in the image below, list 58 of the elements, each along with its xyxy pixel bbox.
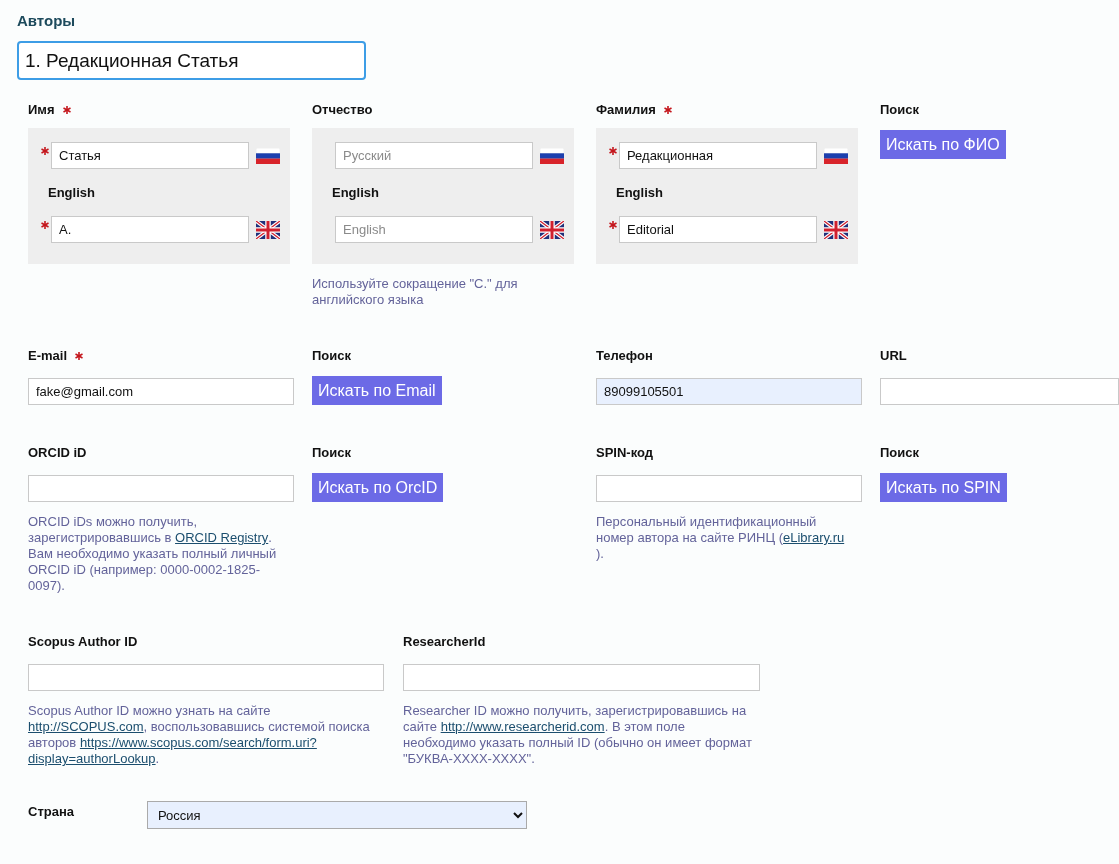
hint-text: Используйте сокращение "C." для английского языка [312, 276, 519, 308]
text-field[interactable] [880, 378, 1119, 405]
search-button[interactable]: Искать по SPIN [880, 473, 1007, 502]
text-field[interactable] [28, 475, 294, 502]
hint-text: Scopus Author ID можно узнать на сайте http://SCOPUS.com, воспользовавшись системой поиска авторов https://www.scopus.com/search/form.uri? display=authorLookup. [28, 703, 371, 767]
field-label: E-mail [28, 348, 67, 364]
field-label: Фамилия [596, 102, 656, 118]
link[interactable]: http://www.researcherid.com [440, 719, 605, 734]
russian-flag-icon [540, 147, 564, 164]
text-field[interactable]: Editorial [619, 216, 817, 243]
link[interactable]: http://SCOPUS.com [28, 719, 144, 734]
required-icon [75, 352, 83, 360]
required-icon [62, 106, 71, 114]
hint-text: ORCID iDs можно получить, зарегистрировавшись в ORCID Registry. Вам необходимо указать полный личный ORCID iD (например: 0000-0002-1825-0097). [28, 514, 278, 594]
section-title: Авторы [17, 12, 77, 30]
country-select[interactable]: Россия [147, 801, 527, 829]
uk-flag-icon [256, 220, 280, 239]
language-label: English [616, 185, 663, 201]
uk-flag-icon [540, 220, 564, 239]
language-label: English [48, 185, 95, 201]
link[interactable]: ORCID Registry [175, 530, 269, 545]
field-label: Имя [28, 102, 55, 118]
link[interactable]: display=authorLookup [28, 751, 156, 766]
text-field[interactable] [403, 664, 760, 691]
field-label: URL [880, 348, 907, 364]
language-label: English [332, 185, 379, 201]
text-field[interactable]: 89099105501 [596, 378, 862, 405]
field-label: Поиск [880, 445, 919, 461]
text-field[interactable]: Статья [51, 142, 249, 169]
field-label: Отчество [312, 102, 373, 118]
search-button[interactable]: Искать по ФИО [880, 130, 1006, 159]
search-button[interactable]: Искать по OrcID [312, 473, 444, 502]
link[interactable]: eLibrary.ru [783, 530, 845, 545]
field-label: Страна [28, 804, 74, 820]
hint-text: Researcher ID можно получить, зарегистрировавшись на сайте http://www.researcherid.com. В этом поле необходимо указать полный ID (обычно он имеет формат "БУКВА-XXXX-XXXX". [403, 703, 753, 767]
text-field[interactable]: Редакционная [619, 142, 817, 169]
text-field[interactable] [596, 475, 862, 502]
text-field[interactable] [28, 664, 384, 691]
field-label: ORCID iD [28, 445, 87, 461]
russian-flag-icon [824, 147, 848, 164]
uk-flag-icon [824, 220, 848, 239]
text-field[interactable]: fake@gmail.com [28, 378, 294, 405]
required-icon [663, 106, 672, 114]
text-field[interactable]: A. [51, 216, 249, 243]
field-label: ResearcherId [403, 634, 486, 650]
russian-flag-icon [256, 147, 280, 164]
text-field[interactable]: English [335, 216, 533, 243]
hint-text: Персональный идентификационный номер автора на сайте РИНЦ (eLibrary.ru ). [596, 514, 846, 562]
field-label: SPIN-код [596, 445, 654, 461]
field-label: Поиск [312, 348, 351, 364]
field-label: Scopus Author ID [28, 634, 138, 650]
link[interactable]: https://www.scopus.com/search/form.uri? [79, 735, 317, 750]
field-label: Поиск [880, 102, 919, 118]
text-field[interactable]: Русский [335, 142, 533, 169]
author-title-field[interactable]: 1. Редакционная Статья [17, 41, 366, 80]
field-label: Поиск [312, 445, 351, 461]
search-button[interactable]: Искать по Email [312, 376, 442, 405]
field-label: Телефон [596, 348, 653, 364]
